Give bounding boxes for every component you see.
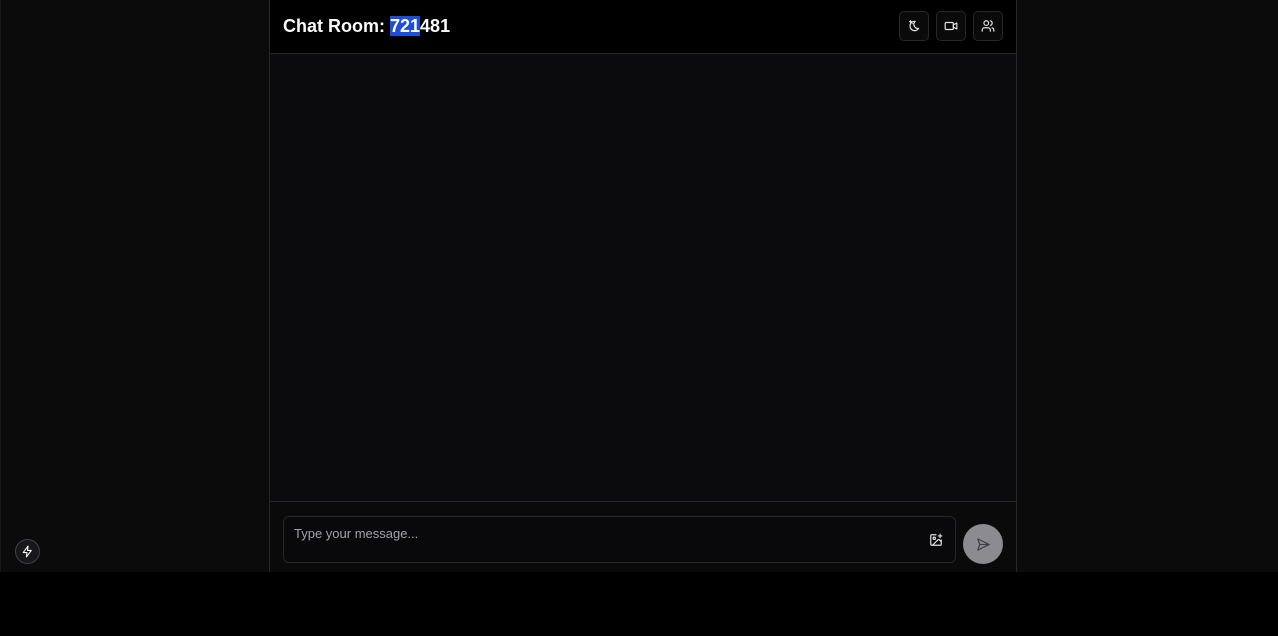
- room-id-selected-text[interactable]: 721: [390, 16, 421, 36]
- message-composer: [270, 501, 1016, 572]
- room-title-prefix: Chat Room:: [283, 16, 390, 36]
- bottom-strip: [0, 572, 1278, 636]
- send-icon: [976, 537, 990, 551]
- moon-sparkle-icon: [909, 20, 920, 32]
- participants-button[interactable]: [973, 11, 1003, 41]
- app-viewport: Chat Room: 721481: [0, 0, 1278, 572]
- header-actions: [899, 11, 1003, 41]
- image-plus-icon: [930, 533, 943, 546]
- users-icon: [981, 20, 995, 32]
- video-call-button[interactable]: [936, 11, 966, 41]
- message-input-box[interactable]: [283, 516, 956, 563]
- lightning-bolt-icon: [22, 545, 32, 558]
- room-title: Chat Room: 721481: [283, 14, 450, 38]
- room-id-rest[interactable]: 481: [420, 16, 450, 36]
- attach-image-button[interactable]: [927, 531, 945, 549]
- video-camera-icon: [944, 21, 958, 31]
- send-button[interactable]: [963, 524, 1003, 564]
- chat-header: Chat Room: 721481: [270, 0, 1016, 54]
- messages-area[interactable]: [270, 54, 1016, 501]
- chat-panel: Chat Room: 721481: [269, 0, 1017, 572]
- floating-action-button[interactable]: [15, 539, 40, 564]
- message-input[interactable]: [294, 524, 914, 542]
- theme-toggle-button[interactable]: [899, 11, 929, 41]
